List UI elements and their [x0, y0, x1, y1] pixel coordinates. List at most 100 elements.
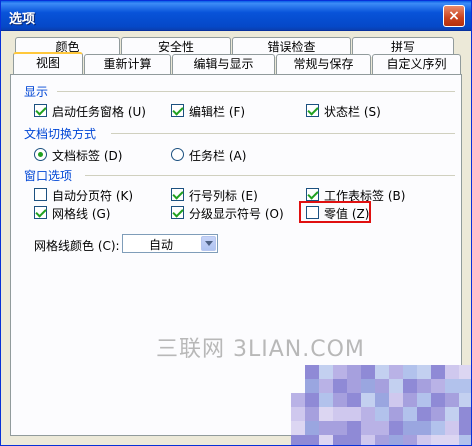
radio-circle[interactable]	[34, 148, 47, 161]
mosaic-block	[403, 421, 417, 435]
group-divider	[85, 175, 455, 176]
mosaic-block	[347, 435, 361, 445]
mosaic-block	[431, 421, 445, 435]
mosaic-block	[403, 407, 417, 421]
chevron-down-icon[interactable]	[201, 236, 216, 251]
mosaic-block	[333, 421, 347, 435]
checkbox-box[interactable]	[34, 206, 47, 219]
mosaic-block	[347, 365, 361, 379]
mosaic-block	[389, 365, 403, 379]
mosaic-block	[431, 393, 445, 407]
mosaic-block	[361, 435, 375, 445]
zero-values-highlight	[299, 201, 371, 223]
checkbox-box[interactable]	[34, 104, 47, 117]
mosaic-block	[319, 407, 333, 421]
mosaic-block	[361, 365, 375, 379]
radio-circle[interactable]	[171, 148, 184, 161]
mosaic-block	[347, 421, 361, 435]
mosaic-block	[361, 379, 375, 393]
mosaic-block	[347, 393, 361, 407]
mosaic-block	[319, 365, 333, 379]
mosaic-block	[403, 393, 417, 407]
group-title-window-options: 窗口选项	[24, 169, 73, 183]
group-title-doc-switch: 文档切换方式	[24, 127, 97, 141]
checkbox-box[interactable]	[171, 188, 184, 201]
mosaic-block	[445, 435, 459, 445]
mosaic-block	[459, 407, 471, 421]
tab-edit-display[interactable]: 编辑与显示	[172, 54, 275, 74]
mosaic-block	[319, 435, 333, 445]
mosaic-block	[361, 393, 375, 407]
mosaic-block	[361, 407, 375, 421]
checkbox-box[interactable]	[34, 188, 47, 201]
mosaic-block	[403, 379, 417, 393]
tab-general-save[interactable]: 常规与保存	[276, 54, 371, 74]
mosaic-block	[417, 435, 431, 445]
mosaic-block	[347, 379, 361, 393]
mosaic-block	[417, 421, 431, 435]
mosaic-block	[291, 435, 305, 445]
mosaic-block	[347, 407, 361, 421]
mosaic-block	[431, 435, 445, 445]
mosaic-block	[389, 407, 403, 421]
mosaic-block	[291, 421, 305, 435]
mosaic-block	[375, 379, 389, 393]
mosaic-block	[459, 393, 471, 407]
checkbox-box[interactable]	[306, 188, 319, 201]
mosaic-block	[305, 379, 319, 393]
mosaic-block	[403, 435, 417, 445]
mosaic-block	[375, 365, 389, 379]
mosaic-block	[389, 421, 403, 435]
title-bar[interactable]: 选项 ×	[1, 1, 471, 31]
mosaic-block	[445, 379, 459, 393]
gridline-color-label: 网格线颜色 (C):	[34, 239, 120, 253]
tab-row-front: 视图 重新计算 编辑与显示 常规与保存 自定义序列	[1, 52, 471, 74]
mosaic-block	[305, 407, 319, 421]
mosaic-block	[319, 379, 333, 393]
close-icon: ×	[448, 8, 460, 24]
mosaic-block	[333, 379, 347, 393]
mosaic-block	[417, 379, 431, 393]
watermark: 三联网 3LIAN.COM	[156, 337, 365, 362]
mosaic-block	[417, 365, 431, 379]
mosaic-block	[459, 421, 471, 435]
mosaic-block	[431, 365, 445, 379]
mosaic-block	[361, 421, 375, 435]
mosaic-block	[375, 435, 389, 445]
mosaic-block	[445, 365, 459, 379]
mosaic-block	[333, 393, 347, 407]
checkbox-box[interactable]	[171, 104, 184, 117]
mosaic-block	[459, 379, 471, 393]
mosaic-block	[431, 407, 445, 421]
mosaic-block	[305, 393, 319, 407]
mosaic-block	[375, 407, 389, 421]
checkbox-box[interactable]	[306, 104, 319, 117]
mosaic-block	[319, 393, 333, 407]
tab-recalc[interactable]: 重新计算	[84, 54, 171, 74]
mosaic-block	[375, 421, 389, 435]
mosaic-block	[459, 435, 471, 445]
mosaic-block	[305, 421, 319, 435]
gridline-color-value: 自动	[149, 238, 174, 252]
mosaic-block	[445, 421, 459, 435]
mosaic-block	[445, 407, 459, 421]
group-title-display: 显示	[24, 85, 49, 99]
mosaic-block	[291, 407, 305, 421]
group-divider	[57, 91, 455, 92]
mosaic-block	[459, 365, 471, 379]
mosaic-block	[291, 393, 305, 407]
checkbox-box[interactable]	[171, 206, 184, 219]
mosaic-block	[403, 365, 417, 379]
mosaic-block	[333, 407, 347, 421]
mosaic-block	[389, 379, 403, 393]
tab-custom-list[interactable]: 自定义序列	[372, 54, 461, 74]
mosaic-artifact	[291, 365, 471, 445]
close-button[interactable]: ×	[443, 5, 465, 27]
dialog-title: 选项	[9, 12, 36, 27]
mosaic-block	[417, 393, 431, 407]
gridline-color-select[interactable]: 自动	[122, 234, 218, 253]
mosaic-block	[375, 393, 389, 407]
mosaic-block	[319, 421, 333, 435]
tab-view[interactable]: 视图	[13, 52, 83, 74]
mosaic-block	[389, 435, 403, 445]
